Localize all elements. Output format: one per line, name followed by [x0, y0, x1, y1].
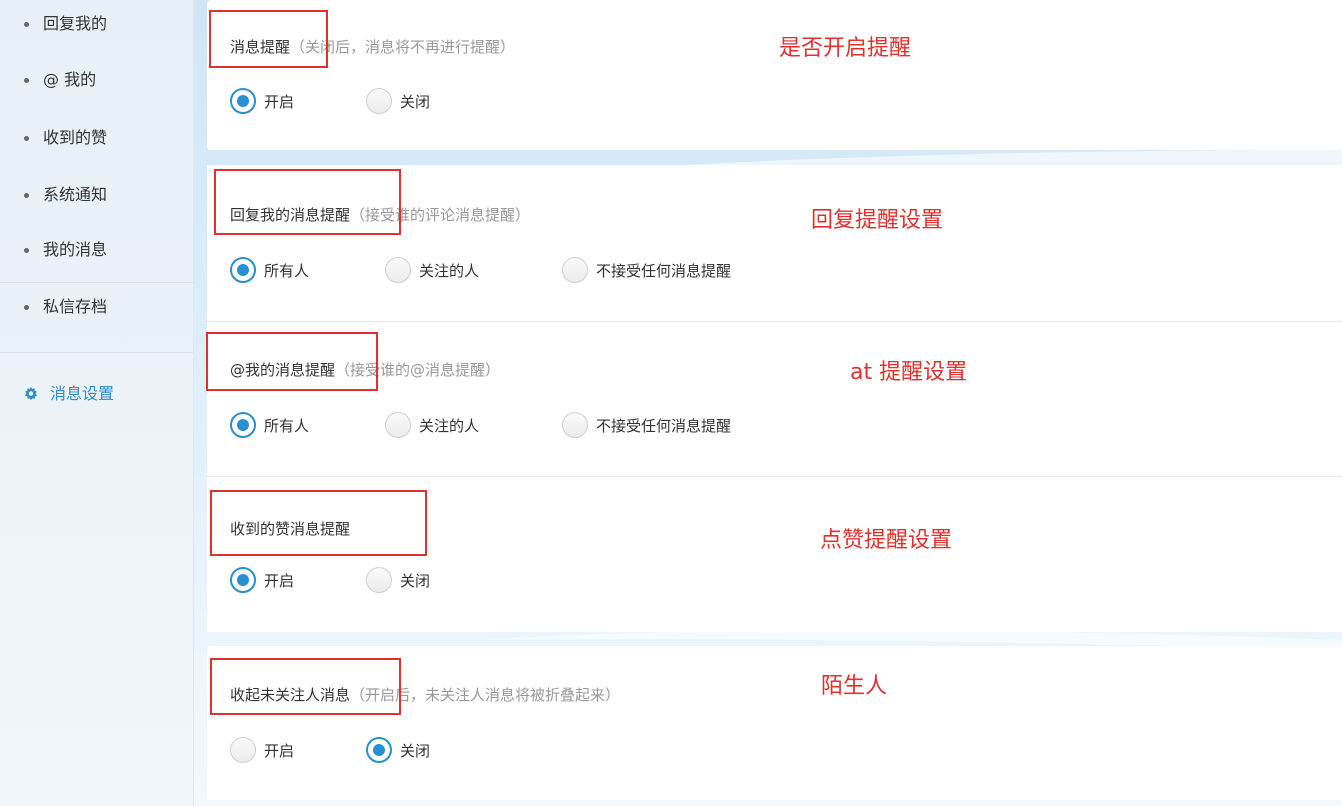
radio-unselected-icon — [562, 257, 588, 283]
sidebar-item-label: 回复我的 — [43, 14, 108, 33]
radio-disable[interactable]: 关闭 — [366, 737, 430, 763]
annotation-label: 点赞提醒设置 — [820, 528, 953, 553]
radio-unselected-icon — [366, 88, 392, 114]
sidebar-item-label: 系统通知 — [43, 185, 108, 204]
annotation-label: at 提醒设置 — [850, 360, 968, 385]
radio-unselected-icon — [366, 567, 392, 593]
sidebar-item-reply-me[interactable]: 回复我的 — [24, 11, 107, 37]
sidebar-item-label: 收到的赞 — [43, 128, 108, 147]
radio-following[interactable]: 关注的人 — [385, 412, 479, 438]
annotation-box — [210, 658, 401, 715]
settings-card-group — [207, 165, 1342, 632]
radio-unselected-icon — [562, 412, 588, 438]
radio-following[interactable]: 关注的人 — [385, 257, 479, 283]
sidebar-item-label: 我的消息 — [43, 240, 108, 259]
radio-selected-icon — [230, 257, 256, 283]
annotation-label: 回复提醒设置 — [811, 208, 944, 233]
radio-selected-icon — [366, 737, 392, 763]
gear-icon — [25, 387, 38, 401]
bullet-icon — [24, 304, 29, 310]
card-divider — [207, 321, 1342, 322]
sidebar-item-message-settings[interactable]: 消息设置 — [24, 381, 114, 407]
radio-unselected-icon — [385, 257, 411, 283]
radio-enable[interactable]: 开启 — [230, 88, 294, 114]
sidebar-divider — [0, 352, 193, 353]
radio-disable[interactable]: 关闭 — [366, 88, 430, 114]
radio-all[interactable]: 所有人 — [230, 257, 309, 283]
sidebar-item-label: 私信存档 — [43, 297, 108, 316]
bullet-icon — [24, 77, 29, 83]
radio-selected-icon — [230, 412, 256, 438]
bullet-icon — [24, 192, 29, 198]
radio-unselected-icon — [385, 412, 411, 438]
sidebar-item-message-archive[interactable]: 私信存档 — [24, 294, 107, 320]
radio-selected-icon — [230, 88, 256, 114]
radio-selected-icon — [230, 567, 256, 593]
sidebar: 回复我的 @ 我的 收到的赞 系统通知 我的消息 私信存档 消息设置 — [0, 0, 194, 806]
radio-enable[interactable]: 开启 — [230, 567, 294, 593]
sidebar-item-likes[interactable]: 收到的赞 — [24, 125, 107, 151]
settings-card-notification — [207, 0, 1342, 150]
sidebar-item-my-messages[interactable]: 我的消息 — [24, 237, 107, 263]
annotation-label: 陌生人 — [821, 674, 888, 699]
annotation-box — [214, 169, 401, 235]
annotation-box — [209, 10, 328, 68]
radio-unselected-icon — [230, 737, 256, 763]
sidebar-item-at-me[interactable]: @ 我的 — [24, 67, 96, 93]
bullet-icon — [24, 21, 29, 27]
sidebar-divider — [0, 282, 193, 283]
annotation-box — [206, 332, 378, 391]
bullet-icon — [24, 247, 29, 253]
sidebar-item-label: 消息设置 — [50, 384, 115, 403]
radio-all[interactable]: 所有人 — [230, 412, 309, 438]
card-divider — [207, 476, 1342, 477]
radio-none[interactable]: 不接受任何消息提醒 — [562, 412, 731, 438]
bullet-icon — [24, 135, 29, 141]
radio-none[interactable]: 不接受任何消息提醒 — [562, 257, 731, 283]
radio-disable[interactable]: 关闭 — [366, 567, 430, 593]
sidebar-item-label: @ 我的 — [43, 70, 97, 89]
annotation-label: 是否开启提醒 — [779, 36, 912, 61]
annotation-box — [210, 490, 427, 556]
radio-enable[interactable]: 开启 — [230, 737, 294, 763]
sidebar-item-system-notice[interactable]: 系统通知 — [24, 182, 107, 208]
